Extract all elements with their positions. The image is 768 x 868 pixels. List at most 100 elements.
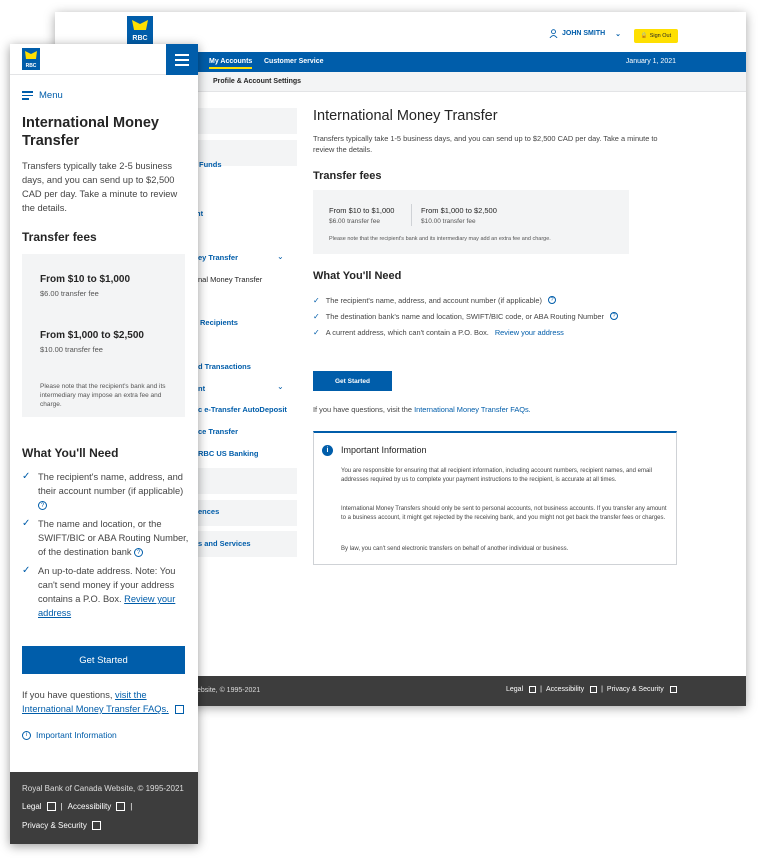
fee-range: From $1,000 to $2,500 <box>40 330 144 341</box>
lock-icon: 🔒 <box>640 33 648 39</box>
footer-links: Legal | Accessibility | Privacy & Securi… <box>506 686 677 693</box>
footer-links: Legal | Accessibility | <box>22 802 132 811</box>
external-link-icon <box>116 802 126 811</box>
tab-customer-service[interactable]: Customer Service <box>264 58 324 65</box>
needs-heading: What You'll Need <box>313 270 402 282</box>
checkmark-icon: ✓ <box>313 327 320 337</box>
fee-amount: $6.00 transfer fee <box>329 218 380 225</box>
intro-text: Transfers typically take 2-5 business da… <box>22 161 178 213</box>
faq-text: If you have questions, visit the Interna… <box>313 405 531 414</box>
need-text: The recipient's name, address, and accou… <box>325 295 542 305</box>
chevron-down-icon[interactable]: ⌄ <box>277 252 284 261</box>
sidebar-item[interactable]: RBC US Banking <box>198 449 258 458</box>
footer-links: Privacy & Security <box>22 821 101 830</box>
help-icon[interactable]: ? <box>38 501 47 511</box>
external-link-icon <box>669 686 677 693</box>
fees-panel: From $10 to $1,000 $6.00 transfer fee Fr… <box>22 254 185 417</box>
menu-label: Menu <box>39 90 63 101</box>
faq-link[interactable]: International Money Transfer FAQs. <box>414 405 531 414</box>
subnav-profile-settings[interactable]: Profile & Account Settings <box>213 78 301 85</box>
sign-out-button[interactable]: 🔒 Sign Out <box>634 29 678 43</box>
fee-amount: $6.00 transfer fee <box>40 289 99 298</box>
footer-link-accessibility[interactable]: Accessibility <box>68 802 112 811</box>
menu-lines-icon <box>22 91 33 100</box>
footer-link-accessibility[interactable]: Accessibility <box>546 686 584 693</box>
info-title: Important Information <box>341 445 427 455</box>
sidebar-item[interactable]: nt <box>198 384 205 393</box>
sidebar-box[interactable] <box>197 108 297 134</box>
faq-prefix: If you have questions, <box>22 690 113 700</box>
external-link-icon <box>46 802 56 811</box>
divider <box>411 204 412 226</box>
need-text: A current address, which can't contain a… <box>325 327 489 337</box>
sidebar-item[interactable]: r Funds <box>194 160 222 169</box>
logo-text: RBC <box>132 35 147 42</box>
mobile-window: RBC Menu International Money Transfer Tr… <box>10 44 198 844</box>
external-link-icon <box>91 821 101 830</box>
rbc-logo-icon[interactable]: RBC <box>22 48 40 70</box>
fees-panel: From $10 to $1,000 $6.00 transfer fee Fr… <box>313 190 629 254</box>
footer-link-privacy[interactable]: Privacy & Security <box>22 821 87 830</box>
sidebar-item-active[interactable]: nal Money Transfer <box>198 275 262 284</box>
fees-note: Please note that the recipient's bank an… <box>40 383 166 408</box>
sidebar-item[interactable]: ences <box>198 507 219 516</box>
menu-toggle[interactable]: Menu <box>22 90 63 101</box>
checkmark-icon: ✓ <box>313 311 320 321</box>
chevron-down-icon[interactable]: ⌄ <box>277 382 284 391</box>
need-text: The destination bank's name and location… <box>325 311 604 321</box>
info-paragraph: You are responsible for ensuring that al… <box>341 468 652 483</box>
sidebar-item[interactable]: c e-Transfer AutoDeposit <box>198 405 287 414</box>
sidebar-box[interactable] <box>197 468 297 494</box>
important-info-panel: i Important Information You are responsi… <box>313 431 677 565</box>
list-item: ✓ The recipient's name, address, and acc… <box>313 292 618 308</box>
page-title: International Money Transfer <box>313 108 498 124</box>
fee-amount: $10.00 transfer fee <box>421 218 476 225</box>
list-item: ✓ The name and location, or the SWIFT/BI… <box>22 517 192 559</box>
needs-list: ✓ The recipient's name, address, and the… <box>22 470 192 625</box>
sidebar-item[interactable]: ey Transfer <box>198 253 238 262</box>
need-text: The recipient's name, address, and their… <box>38 472 184 496</box>
separator: | <box>60 802 63 811</box>
info-paragraph: International Money Transfers should onl… <box>341 506 667 521</box>
sidebar-item[interactable]: s and Services <box>198 539 251 548</box>
separator: | <box>601 686 603 693</box>
get-started-button[interactable]: Get Started <box>22 646 185 674</box>
info-icon: i <box>22 730 31 740</box>
user-menu[interactable]: JOHN SMITH ⌄ <box>549 29 621 38</box>
copyright: ebsite, © 1995-2021 <box>197 687 261 694</box>
sidebar-item[interactable]: ce Transfer <box>198 427 238 436</box>
get-started-button[interactable]: Get Started <box>313 371 392 391</box>
hamburger-menu-button[interactable] <box>166 44 198 75</box>
footer-link-privacy[interactable]: Privacy & Security <box>607 686 664 693</box>
chevron-down-icon: ⌄ <box>615 30 622 38</box>
copyright: Royal Bank of Canada Website, © 1995-202… <box>22 784 184 793</box>
footer-link-legal[interactable]: Legal <box>506 686 523 693</box>
important-info-label: Important Information <box>36 730 117 740</box>
mobile-header: RBC <box>10 44 198 75</box>
help-icon[interactable]: ? <box>547 296 556 304</box>
fee-amount: $10.00 transfer fee <box>40 345 103 354</box>
current-date: January 1, 2021 <box>625 58 676 65</box>
help-icon[interactable]: ? <box>134 548 144 558</box>
list-item: ✓ The recipient's name, address, and the… <box>22 470 192 512</box>
fee-range: From $10 to $1,000 <box>40 274 131 285</box>
needs-list: ✓ The recipient's name, address, and acc… <box>313 292 618 340</box>
fees-heading: Transfer fees <box>22 230 97 244</box>
sidebar-item[interactable]: Recipients <box>200 318 238 327</box>
tab-my-accounts[interactable]: My Accounts <box>209 58 253 69</box>
faq-prefix: If you have questions, visit the <box>313 405 413 414</box>
sidebar-item[interactable]: d Transactions <box>198 362 251 371</box>
footer-link-legal[interactable]: Legal <box>22 802 42 811</box>
checkmark-icon: ✓ <box>313 295 320 305</box>
fees-note: Please note that the recipient's bank an… <box>329 236 551 242</box>
help-icon[interactable]: ? <box>610 312 618 320</box>
checkmark-icon: ✓ <box>22 471 31 482</box>
important-info-toggle[interactable]: i Important Information <box>22 730 117 740</box>
intro-text: Transfers typically take 1-5 business da… <box>313 134 658 154</box>
info-paragraph: By law, you can't send electronic transf… <box>341 546 569 552</box>
rbc-logo-icon[interactable]: RBC <box>127 16 153 44</box>
list-item: ✓ The destination bank's name and locati… <box>313 308 618 324</box>
list-item: ✓ An up-to-date address. Note: You can't… <box>22 564 192 620</box>
review-address-link[interactable]: Review your address <box>495 328 564 337</box>
fee-tier: From $10 to $1,000 $6.00 transfer fee <box>329 206 394 225</box>
